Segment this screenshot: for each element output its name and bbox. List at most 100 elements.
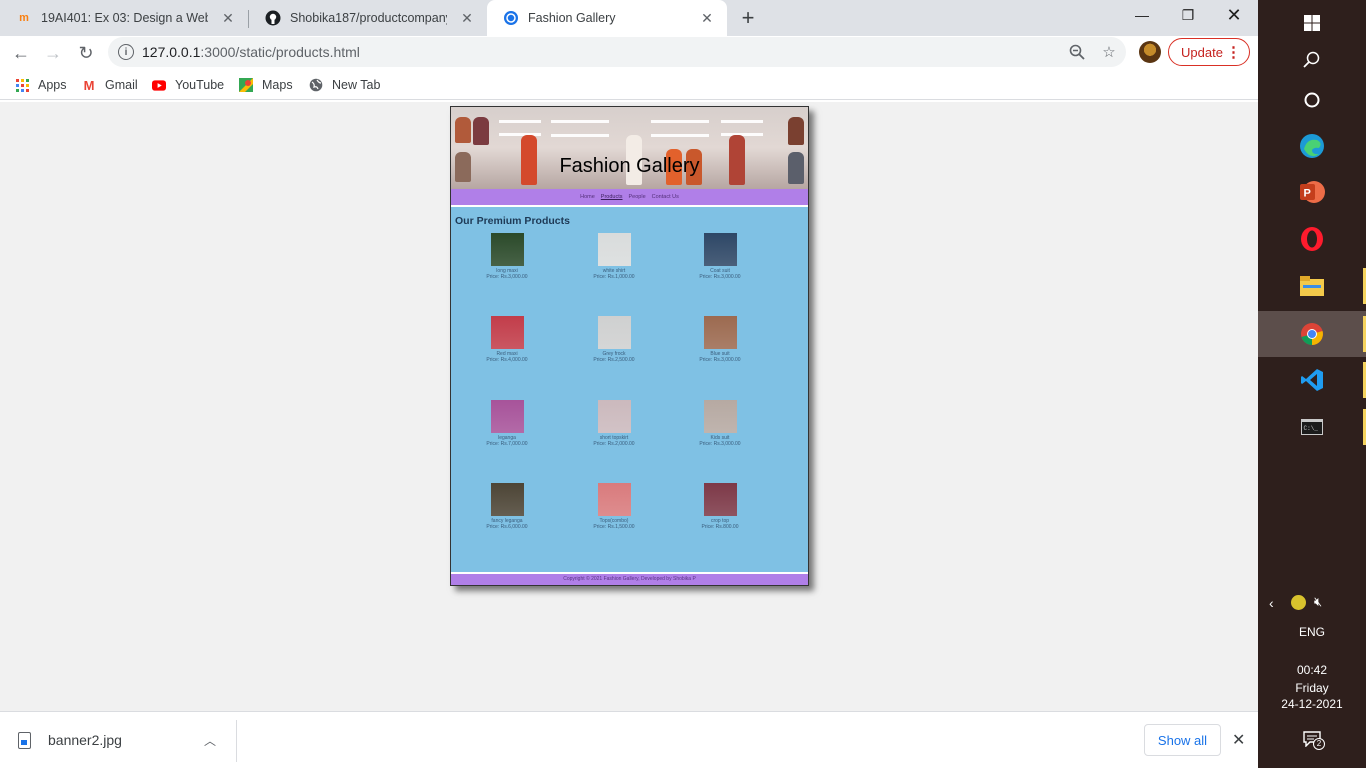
bookmark-apps[interactable]: Apps [15, 76, 67, 94]
product-price: Price: Rs.800.00 [701, 524, 739, 530]
globe-icon [309, 78, 323, 92]
product-image[interactable] [703, 233, 737, 266]
close-window-button[interactable]: ✕ [1211, 0, 1257, 30]
file-explorer-icon[interactable] [1258, 263, 1366, 309]
product-image[interactable] [490, 400, 524, 433]
product-card[interactable]: Grey frock Price: Rs.2,500.00 [574, 316, 654, 363]
close-icon[interactable]: ✕ [1232, 730, 1245, 750]
product-image[interactable] [703, 400, 737, 433]
edge-icon[interactable] [1258, 123, 1366, 169]
close-icon[interactable]: ✕ [457, 8, 477, 28]
new-tab-button[interactable]: + [736, 5, 760, 30]
bookmark-label: New Tab [332, 78, 381, 92]
product-card[interactable]: Red maxi Price: Rs.4,000.00 [467, 316, 547, 363]
update-button[interactable]: Update ⋮ [1168, 38, 1250, 66]
bookmark-label: YouTube [175, 78, 225, 92]
maps-icon [239, 78, 253, 92]
product-image[interactable] [490, 483, 524, 516]
vscode-icon[interactable] [1258, 357, 1366, 403]
product-image[interactable] [490, 233, 524, 266]
terminal-icon[interactable]: C:\_ [1258, 404, 1366, 450]
product-card[interactable]: fancy leganga Price: Rs.6,000.00 [467, 483, 547, 530]
product-image[interactable] [597, 400, 631, 433]
youtube-icon [152, 78, 166, 92]
nav-link-home[interactable]: Home [580, 194, 595, 200]
product-card[interactable]: leganga Price: Rs.7,000.00 [467, 400, 547, 447]
zoom-icon[interactable] [1068, 43, 1086, 61]
tab-github[interactable]: Shobika187/productcompanywel ✕ [249, 0, 487, 36]
clock-time[interactable]: 00:42 [1258, 663, 1366, 677]
language-indicator[interactable]: ENG [1258, 625, 1366, 639]
product-price: Price: Rs.4,000.00 [486, 357, 528, 363]
svg-text:P: P [1304, 188, 1311, 200]
product-card[interactable]: Kids suit Price: Rs.3,000.00 [680, 400, 760, 447]
product-card[interactable]: Coat suit Price: Rs.3,000.00 [680, 233, 760, 280]
bookmark-star-icon[interactable]: ☆ [1100, 43, 1118, 61]
minimize-button[interactable]: — [1119, 0, 1165, 30]
product-card[interactable]: crop top Price: Rs.800.00 [680, 483, 760, 530]
powerpoint-icon[interactable]: P [1258, 169, 1366, 215]
product-card[interactable]: long maxi Price: Rs.3,000.00 [467, 233, 547, 280]
chevron-left-icon[interactable]: ‹ [1269, 595, 1274, 611]
cortana-icon[interactable] [1258, 77, 1366, 123]
nav-link-contact-us[interactable]: Contact Us [652, 194, 679, 200]
product-price: Price: Rs.3,000.00 [699, 441, 741, 447]
bookmark-gmail[interactable]: M Gmail [82, 76, 138, 94]
gmail-icon: M [83, 77, 95, 93]
product-card[interactable]: Tops(combo) Price: Rs.1,500.00 [574, 483, 654, 530]
info-icon[interactable]: i [118, 44, 134, 60]
bookmark-maps[interactable]: Maps [239, 76, 293, 94]
banner-image: Fashion Gallery [451, 107, 808, 189]
product-card[interactable]: white shirt Price: Rs.1,000.00 [574, 233, 654, 280]
chevron-up-icon[interactable]: ︿ [204, 732, 216, 749]
product-image[interactable] [490, 316, 524, 349]
product-image[interactable] [597, 483, 631, 516]
close-icon[interactable]: ✕ [218, 8, 238, 28]
back-button[interactable]: ← [8, 40, 34, 66]
tab-fashion-gallery[interactable]: Fashion Gallery ✕ [487, 0, 727, 36]
close-icon[interactable]: ✕ [697, 8, 717, 28]
profile-avatar[interactable] [1139, 41, 1161, 63]
notification-icon[interactable]: 2 [1303, 731, 1325, 752]
product-image[interactable] [703, 483, 737, 516]
site-nav: Home Products People Contact Us [451, 189, 808, 205]
download-item[interactable]: banner2.jpg [18, 729, 122, 751]
chrome-icon[interactable] [1258, 311, 1366, 357]
reload-button[interactable]: ↻ [73, 40, 99, 66]
product-image[interactable] [597, 233, 631, 266]
menu-dots-icon[interactable]: ⋮ [1226, 43, 1241, 61]
nav-link-people[interactable]: People [629, 194, 646, 200]
speaker-muted-icon[interactable]: 🔇︎ [1314, 594, 1322, 610]
product-price: Price: Rs.2,000.00 [593, 441, 635, 447]
divider [236, 720, 237, 762]
site-icon [503, 10, 519, 26]
nav-link-products[interactable]: Products [601, 194, 623, 200]
tab-moodle[interactable]: m 19AI401: Ex 03: Design a Website ✕ [0, 0, 248, 36]
bookmark-label: Apps [38, 78, 67, 92]
product-price: Price: Rs.6,000.00 [486, 524, 528, 530]
product-price: Price: Rs.3,000.00 [486, 274, 528, 280]
forward-button[interactable]: → [40, 40, 66, 66]
product-price: Price: Rs.1,000.00 [593, 274, 635, 280]
product-image[interactable] [703, 316, 737, 349]
product-image[interactable] [597, 316, 631, 349]
opera-icon[interactable] [1258, 216, 1366, 262]
show-all-button[interactable]: Show all [1144, 724, 1221, 756]
clock-day[interactable]: Friday [1258, 681, 1366, 695]
product-card[interactable]: Blue suit Price: Rs.3,000.00 [680, 316, 760, 363]
url-text[interactable]: 127.0.0.1:3000/static/products.html [142, 44, 360, 60]
bookmark-label: Maps [262, 78, 293, 92]
download-bar: banner2.jpg ︿ Show all ✕ [0, 711, 1258, 768]
address-bar[interactable]: i 127.0.0.1:3000/static/products.html ☆ [108, 37, 1126, 67]
bookmark-youtube[interactable]: YouTube [152, 76, 224, 94]
site-container: Fashion Gallery Home Products People Con… [450, 106, 809, 586]
vpn-status-icon[interactable] [1291, 595, 1306, 610]
apps-grid-icon [15, 78, 29, 92]
product-price: Price: Rs.2,500.00 [593, 357, 635, 363]
bookmark-new-tab[interactable]: New Tab [309, 76, 380, 94]
page-viewport: Fashion Gallery Home Products People Con… [0, 102, 1258, 711]
clock-date[interactable]: 24-12-2021 [1258, 697, 1366, 711]
restore-button[interactable]: ❐ [1165, 0, 1211, 30]
product-card[interactable]: short topskirt Price: Rs.2,000.00 [574, 400, 654, 447]
site-footer: Copyright © 2021 Fashion Gallery, Develo… [451, 574, 808, 585]
